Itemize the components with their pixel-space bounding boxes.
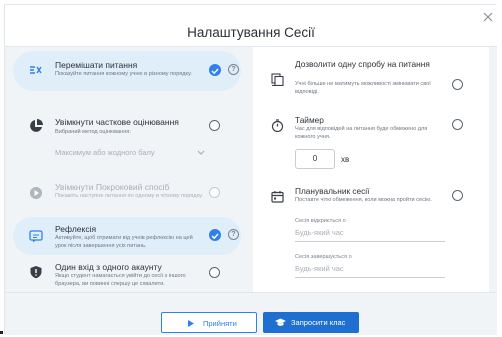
option-description: Учні більше не матимуть можливості зміню… bbox=[295, 81, 431, 95]
option-description: Покажіть наступне питання по одному в чі… bbox=[55, 193, 203, 199]
option-title: Планувальник сесії bbox=[295, 186, 370, 196]
radio-toggle[interactable] bbox=[452, 119, 463, 130]
option-title: Увімкнути Покроковий спосіб bbox=[55, 182, 170, 192]
pie-chart-icon bbox=[30, 119, 43, 132]
option-single-login[interactable]: Один вхід з одного акаунту Якщо студент … bbox=[13, 257, 241, 292]
option-title: Перемішати питання bbox=[55, 60, 138, 70]
invite-label: Запросити клас bbox=[291, 318, 346, 327]
check-icon bbox=[211, 233, 219, 240]
modal-footer: Прийняти Запросити клас bbox=[5, 292, 497, 335]
radio-toggle[interactable] bbox=[452, 79, 463, 90]
help-icon[interactable]: ? bbox=[228, 64, 239, 75]
stopwatch-icon bbox=[271, 119, 284, 132]
option-description: Активуйте, щоб отримати від учнів рефлек… bbox=[55, 235, 193, 249]
graduation-cap-icon bbox=[275, 318, 286, 326]
option-description: Поставте чіткі обмеження, коли можна про… bbox=[295, 197, 432, 203]
option-title: Один вхід з одного акаунту bbox=[55, 262, 162, 272]
select-value: Максимум або жодного балу bbox=[55, 148, 155, 157]
mouse-cursor bbox=[0, 331, 3, 334]
radio-toggle[interactable] bbox=[209, 187, 220, 198]
right-column: Дозволити одну спробу на питання Учні бі… bbox=[253, 47, 489, 292]
option-timer[interactable]: Таймер Час для відповідей на питання буд… bbox=[253, 111, 489, 175]
modal-title: Налаштування Сесії bbox=[187, 25, 315, 40]
option-description: Якщо студент намагається увійти до сесії… bbox=[55, 273, 186, 287]
checked-toggle[interactable] bbox=[209, 64, 221, 76]
invite-class-button[interactable]: Запросити клас bbox=[263, 312, 359, 333]
radio-toggle[interactable] bbox=[209, 120, 220, 131]
option-description: Вибраний метод оцінювання: bbox=[55, 129, 131, 135]
grading-method-select[interactable]: Максимум або жодного балу bbox=[55, 148, 205, 162]
schedule-end-input[interactable]: Будь-який час bbox=[295, 264, 445, 278]
option-title: Увімкнути часткове оцінювання bbox=[55, 117, 179, 127]
chevron-down-icon bbox=[197, 150, 205, 155]
schedule-end-label: Сесія завершується о bbox=[295, 254, 352, 260]
radio-toggle[interactable] bbox=[209, 267, 220, 278]
settings-body: Перемішати питання Показуйте питання кож… bbox=[5, 47, 497, 292]
play-circle-icon bbox=[30, 187, 42, 199]
option-description: Показуйте питання кожному учню в різному… bbox=[55, 71, 192, 77]
option-title: Рефлексія bbox=[55, 224, 97, 234]
accept-label: Прийняти bbox=[203, 319, 237, 328]
reflection-icon bbox=[29, 230, 43, 243]
modal-header: Налаштування Сесії bbox=[5, 5, 497, 47]
option-reflection[interactable]: Рефлексія Активуйте, щоб отримати від уч… bbox=[13, 217, 241, 255]
schedule-start-input[interactable]: Будь-який час bbox=[295, 228, 445, 242]
session-settings-modal: Налаштування Сесії Перемішати питання По… bbox=[4, 4, 497, 335]
checked-toggle[interactable] bbox=[209, 229, 221, 241]
check-icon bbox=[211, 68, 219, 75]
single-attempt-icon bbox=[271, 73, 284, 86]
option-shuffle[interactable]: Перемішати питання Показуйте питання кож… bbox=[13, 51, 241, 91]
radio-toggle[interactable] bbox=[452, 190, 463, 201]
timer-unit-label: хв bbox=[341, 155, 350, 164]
option-title: Дозволити одну спробу на питання bbox=[295, 59, 430, 69]
play-icon bbox=[188, 320, 194, 327]
timer-minutes-input[interactable]: 0 bbox=[295, 149, 335, 169]
calendar-icon bbox=[271, 191, 284, 203]
help-icon[interactable]: ? bbox=[228, 229, 239, 240]
option-title: Таймер bbox=[295, 115, 324, 125]
close-icon[interactable] bbox=[482, 11, 494, 23]
option-single-attempt[interactable]: Дозволити одну спробу на питання Учні бі… bbox=[253, 57, 489, 107]
option-step-mode[interactable]: Увімкнути Покроковий спосіб Покажіть нас… bbox=[13, 175, 241, 215]
option-partial-grading[interactable]: Увімкнути часткове оцінювання Вибраний м… bbox=[13, 95, 241, 173]
accept-button[interactable]: Прийняти bbox=[161, 312, 257, 333]
option-scheduler[interactable]: Планувальник сесії Поставте чіткі обмеже… bbox=[253, 179, 489, 289]
shield-icon bbox=[30, 266, 42, 279]
option-description: Час для відповідей на питання буде обмеж… bbox=[295, 126, 428, 140]
schedule-start-label: Сесія відкриється о bbox=[295, 218, 346, 224]
shuffle-icon bbox=[30, 66, 42, 74]
